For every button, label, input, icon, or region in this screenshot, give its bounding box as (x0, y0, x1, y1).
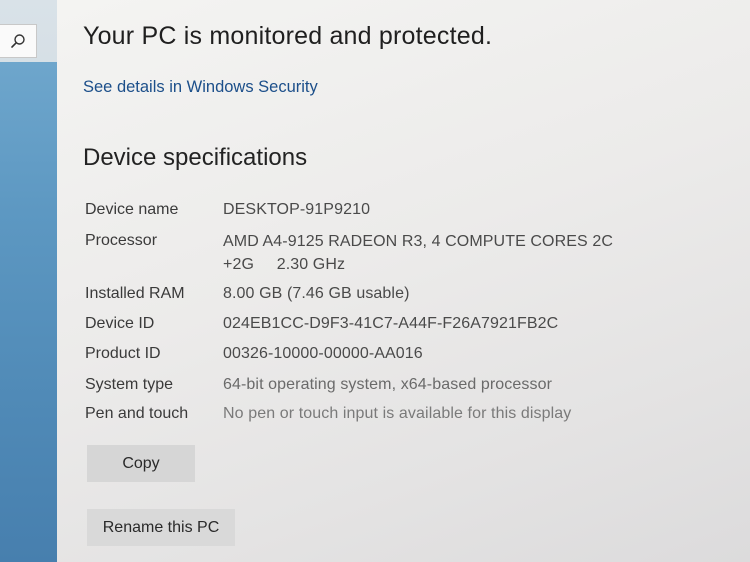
spec-value-product-id: 00326-10000-00000-AA016 (223, 345, 423, 362)
spec-label-processor: Processor (85, 232, 158, 249)
spec-label-installed-ram: Installed RAM (85, 285, 185, 302)
navigation-pane (0, 0, 57, 562)
spec-value-device-id: 024EB1CC-D9F3-41C7-A44F-F26A7921FB2C (223, 315, 559, 332)
navigation-pane-highlight (0, 62, 57, 562)
rename-pc-button[interactable]: Rename this PC (87, 509, 235, 546)
spec-value-pen-and-touch: No pen or touch input is available for t… (223, 405, 572, 422)
spec-value-installed-ram: 8.00 GB (7.46 GB usable) (223, 285, 410, 302)
search-button[interactable] (0, 24, 37, 58)
copy-button[interactable]: Copy (87, 445, 195, 482)
spec-label-system-type: System type (85, 376, 174, 393)
spec-label-device-id: Device ID (85, 315, 155, 332)
spec-value-processor: AMD A4-9125 RADEON R3, 4 COMPUTE CORES 2… (223, 230, 613, 276)
spec-value-processor-line1: AMD A4-9125 RADEON R3, 4 COMPUTE CORES 2… (223, 233, 613, 250)
protection-status-heading: Your PC is monitored and protected. (83, 22, 493, 50)
windows-security-link[interactable]: See details in Windows Security (83, 78, 318, 97)
spec-value-processor-line2: +2G 2.30 GHz (223, 256, 346, 273)
device-specifications-title: Device specifications (83, 144, 308, 171)
spec-label-device-name: Device name (85, 201, 179, 218)
spec-value-device-name: DESKTOP-91P9210 (223, 201, 371, 218)
spec-label-product-id: Product ID (85, 345, 161, 362)
spec-value-system-type: 64-bit operating system, x64-based proce… (223, 376, 553, 393)
search-icon (11, 34, 25, 48)
spec-label-pen-and-touch: Pen and touch (85, 405, 189, 422)
